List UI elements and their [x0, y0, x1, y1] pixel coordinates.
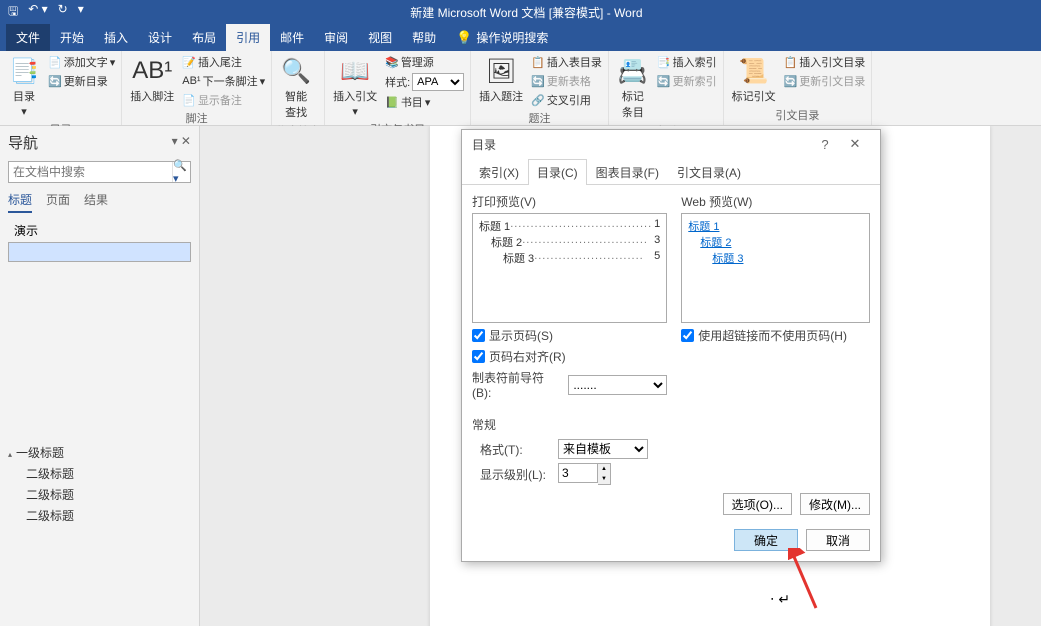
- mark-citation-button[interactable]: 📜 标记引文: [728, 53, 780, 106]
- levels-spinner[interactable]: ▲▼: [558, 463, 611, 485]
- tell-me[interactable]: 💡 操作说明搜索: [446, 24, 558, 51]
- tab-help[interactable]: 帮助: [402, 24, 446, 51]
- dlg-tab-figures[interactable]: 图表目录(F): [587, 159, 668, 185]
- window-title: 新建 Microsoft Word 文档 [兼容模式] - Word: [92, 4, 961, 21]
- nav-search-input[interactable]: [9, 162, 172, 182]
- smart-lookup-button[interactable]: 🔍 智能 查找: [276, 53, 316, 122]
- undo-icon[interactable]: ↶ ▾: [28, 2, 47, 23]
- update-index-button: 🔄 更新索引: [655, 72, 719, 90]
- dlg-tab-authorities[interactable]: 引文目录(A): [668, 159, 750, 185]
- save-icon[interactable]: 🖫: [8, 2, 18, 23]
- citation-icon: 📖: [339, 55, 371, 87]
- tab-file[interactable]: 文件: [6, 24, 50, 51]
- tab-mailings[interactable]: 邮件: [270, 24, 314, 51]
- update-toa-button: 🔄 更新引文目录: [782, 72, 868, 90]
- bibliography-button[interactable]: 📗 书目 ▾: [383, 93, 466, 111]
- dialog-title: 目录: [472, 136, 496, 153]
- qat-customize-icon[interactable]: ▾: [78, 2, 84, 23]
- format-label: 格式(T):: [480, 441, 552, 458]
- insert-endnote-button[interactable]: 📝 插入尾注: [180, 53, 267, 71]
- tab-review[interactable]: 审阅: [314, 24, 358, 51]
- footnote-icon: AB¹: [136, 55, 168, 87]
- web-preview-label: Web 预览(W): [681, 193, 870, 210]
- nav-search-icon[interactable]: 🔍▾: [172, 162, 190, 182]
- tab-layout[interactable]: 布局: [182, 24, 226, 51]
- toc-button[interactable]: 📑 目录 ▾: [4, 53, 44, 120]
- cross-reference-button[interactable]: 🔗 交叉引用: [529, 91, 604, 109]
- insert-caption-button[interactable]: 🖼 插入题注: [475, 53, 527, 106]
- spin-down-icon[interactable]: ▼: [598, 474, 610, 484]
- nav-item[interactable]: 演示: [8, 219, 191, 242]
- ok-button[interactable]: 确定: [734, 529, 798, 551]
- tab-leader-select[interactable]: .......: [568, 375, 667, 395]
- tab-design[interactable]: 设计: [138, 24, 182, 51]
- show-page-num-check[interactable]: 显示页码(S): [472, 327, 667, 344]
- nav-heading-2[interactable]: 二级标题: [8, 484, 191, 505]
- nav-item-selected[interactable]: [8, 242, 191, 262]
- general-label: 常规: [472, 416, 870, 433]
- insert-toa-button[interactable]: 📋 插入引文目录: [782, 53, 868, 71]
- tab-home[interactable]: 开始: [50, 24, 94, 51]
- options-button[interactable]: 选项(O)...: [723, 493, 792, 515]
- nav-tab-results[interactable]: 结果: [84, 191, 108, 213]
- redo-icon[interactable]: ↻: [58, 2, 68, 23]
- tab-references[interactable]: 引用: [226, 24, 270, 51]
- web-link[interactable]: 标题 1: [688, 218, 863, 234]
- dlg-tab-index[interactable]: 索引(X): [470, 159, 528, 185]
- add-text-button[interactable]: 📄 添加文字 ▾: [46, 53, 117, 71]
- web-link[interactable]: 标题 2: [688, 234, 863, 250]
- toa-icon: 📜: [738, 55, 770, 87]
- dialog-help-icon[interactable]: ?: [810, 137, 840, 152]
- dlg-tab-toc[interactable]: 目录(C): [528, 159, 587, 185]
- insert-index-button[interactable]: 📑 插入索引: [655, 53, 719, 71]
- nav-tab-pages[interactable]: 页面: [46, 191, 70, 213]
- toc-icon: 📑: [8, 55, 40, 87]
- cancel-button[interactable]: 取消: [806, 529, 870, 551]
- nav-close-icon[interactable]: ▾ ✕: [172, 134, 191, 148]
- toc-dialog: 目录 ? ✕ 索引(X) 目录(C) 图表目录(F) 引文目录(A) 打印预览(…: [461, 129, 881, 562]
- web-link[interactable]: 标题 3: [688, 250, 863, 266]
- nav-heading-2[interactable]: 二级标题: [8, 463, 191, 484]
- insert-citation-button[interactable]: 📖 插入引文 ▾: [329, 53, 381, 120]
- spin-up-icon[interactable]: ▲: [598, 464, 610, 474]
- modify-button[interactable]: 修改(M)...: [800, 493, 870, 515]
- bulb-icon: 💡: [456, 30, 472, 46]
- group-toa: 引文目录: [728, 106, 868, 124]
- nav-tab-headings[interactable]: 标题: [8, 191, 32, 213]
- print-preview-label: 打印预览(V): [472, 193, 667, 210]
- mark-entry-button[interactable]: 📇 标记 条目: [613, 53, 653, 122]
- nav-heading-1[interactable]: 一级标题: [8, 442, 191, 463]
- tab-view[interactable]: 视图: [358, 24, 402, 51]
- next-footnote-button[interactable]: AB¹ 下一条脚注 ▾: [180, 72, 267, 90]
- group-captions: 题注: [475, 109, 604, 127]
- caption-icon: 🖼: [485, 55, 517, 87]
- nav-title: 导航: [8, 132, 191, 153]
- format-select[interactable]: 来自模板: [558, 439, 648, 459]
- text-cursor: ‧ ↵: [770, 591, 790, 608]
- web-preview-box: 标题 1 标题 2 标题 3: [681, 213, 870, 323]
- index-mark-icon: 📇: [617, 55, 649, 87]
- manage-sources-button[interactable]: 📚 管理源: [383, 53, 466, 71]
- show-levels-label: 显示级别(L):: [480, 466, 552, 483]
- tab-leader-label: 制表符前导符(B):: [472, 369, 562, 400]
- right-align-check[interactable]: 页码右对齐(R): [472, 348, 667, 365]
- search-icon: 🔍: [280, 55, 312, 87]
- use-hyperlinks-check[interactable]: 使用超链接而不使用页码(H): [681, 327, 870, 344]
- insert-footnote-button[interactable]: AB¹ 插入脚注: [126, 53, 178, 106]
- print-preview-box: 标题 1...................................1…: [472, 213, 667, 323]
- citation-style-select[interactable]: 样式: APA: [383, 72, 466, 92]
- group-footnote: 脚注: [126, 109, 267, 127]
- update-table-button: 🔄 更新表格: [529, 72, 604, 90]
- nav-search[interactable]: 🔍▾: [8, 161, 191, 183]
- dialog-close-icon[interactable]: ✕: [840, 136, 870, 152]
- insert-figures-button[interactable]: 📋 插入表目录: [529, 53, 604, 71]
- tab-insert[interactable]: 插入: [94, 24, 138, 51]
- nav-heading-2[interactable]: 二级标题: [8, 505, 191, 526]
- update-toc-button[interactable]: 🔄 更新目录: [46, 72, 117, 90]
- show-notes-button: 📄 显示备注: [180, 91, 267, 109]
